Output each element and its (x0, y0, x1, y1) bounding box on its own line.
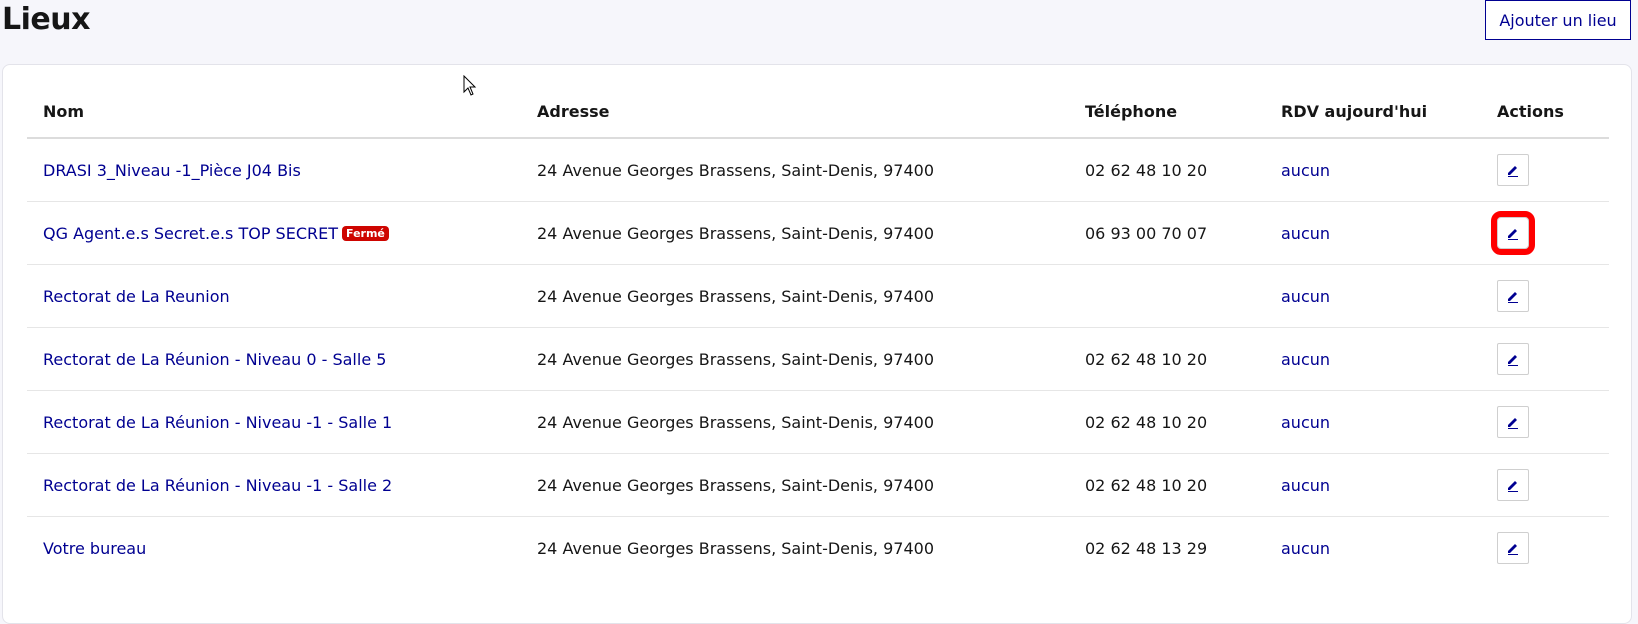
cell-adresse: 24 Avenue Georges Brassens, Saint-Denis,… (521, 453, 1069, 517)
cell-actions (1481, 517, 1609, 580)
cell-actions (1481, 138, 1609, 202)
edit-button-highlighted[interactable] (1491, 211, 1535, 255)
cell-adresse: 24 Avenue Georges Brassens, Saint-Denis,… (521, 390, 1069, 454)
cell-rdv: aucun (1265, 264, 1481, 328)
cell-telephone: 02 62 48 13 29 (1085, 538, 1208, 558)
cell-nom: Rectorat de La Réunion - Niveau -1 - Sal… (27, 390, 521, 454)
rdv-link[interactable]: aucun (1281, 539, 1330, 558)
table-header-row: Nom Adresse Téléphone RDV aujourd'hui Ac… (27, 85, 1609, 139)
cell-nom: DRASI 3_Niveau -1_Pièce J04 Bis (27, 138, 521, 202)
cell-nom: QG Agent.e.s Secret.e.s TOP SECRET Fermé (27, 201, 521, 265)
page-title: Lieux (2, 2, 90, 37)
cell-rdv: aucun (1265, 517, 1481, 580)
edit-button[interactable] (1497, 154, 1529, 186)
cell-rdv: aucun (1265, 390, 1481, 454)
edit-button[interactable] (1497, 280, 1529, 312)
edit-button[interactable] (1497, 469, 1529, 501)
pencil-icon (1508, 544, 1518, 555)
pencil-icon (1508, 355, 1518, 366)
table-row: Votre bureau 24 Avenue Georges Brassens,… (27, 517, 1609, 580)
pencil-icon (1508, 481, 1518, 492)
cell-telephone: 02 62 48 10 20 (1069, 138, 1265, 202)
cell-adresse: 24 Avenue Georges Brassens, Saint-Denis,… (521, 327, 1069, 391)
cell-rdv: aucun (1265, 327, 1481, 391)
edit-button[interactable] (1497, 343, 1529, 375)
cell-nom: Rectorat de La Réunion - Niveau -1 - Sal… (27, 453, 521, 517)
header-telephone[interactable]: Téléphone (1069, 85, 1265, 139)
location-name-link[interactable]: Rectorat de La Réunion - Niveau -1 - Sal… (43, 476, 392, 495)
pencil-icon (1508, 166, 1518, 177)
cell-telephone: 02 62 48 10 20 (1069, 453, 1265, 517)
header-rdv[interactable]: RDV aujourd'hui (1265, 85, 1481, 139)
rdv-link[interactable]: aucun (1281, 350, 1330, 369)
location-name-link[interactable]: Rectorat de La Réunion - Niveau -1 - Sal… (43, 413, 392, 432)
edit-button[interactable] (1497, 406, 1529, 438)
edit-button[interactable] (1497, 532, 1529, 564)
cell-telephone: 06 93 00 70 07 (1069, 201, 1265, 265)
cell-rdv: aucun (1265, 453, 1481, 517)
location-name-link[interactable]: Rectorat de La Réunion - Niveau 0 - Sall… (43, 350, 386, 369)
cell-actions (1481, 390, 1609, 454)
rdv-link[interactable]: aucun (1281, 161, 1330, 180)
location-name-link[interactable]: QG Agent.e.s Secret.e.s TOP SECRET (43, 224, 338, 243)
table-row: Rectorat de La Réunion - Niveau -1 - Sal… (27, 453, 1609, 517)
cell-nom: Rectorat de La Reunion (27, 264, 521, 328)
header-actions: Actions (1481, 85, 1609, 139)
header-nom[interactable]: Nom (27, 85, 521, 139)
rdv-link[interactable]: aucun (1281, 413, 1330, 432)
cell-rdv: aucun (1265, 138, 1481, 202)
location-name-link[interactable]: DRASI 3_Niveau -1_Pièce J04 Bis (43, 161, 301, 180)
cell-actions (1481, 453, 1609, 517)
locations-table: Nom Adresse Téléphone RDV aujourd'hui Ac… (27, 85, 1609, 579)
table-row: Rectorat de La Réunion - Niveau 0 - Sall… (27, 327, 1609, 391)
cell-telephone (1069, 264, 1265, 328)
location-name-link[interactable]: Rectorat de La Reunion (43, 287, 230, 306)
table-row: Rectorat de La Reunion 24 Avenue Georges… (27, 264, 1609, 328)
cell-nom: Rectorat de La Réunion - Niveau 0 - Sall… (27, 327, 521, 391)
cell-nom: Votre bureau (27, 517, 521, 580)
cell-adresse: 24 Avenue Georges Brassens, Saint-Denis,… (521, 264, 1069, 328)
header-adresse[interactable]: Adresse (521, 85, 1069, 139)
rdv-link[interactable]: aucun (1281, 476, 1330, 495)
cell-adresse: 24 Avenue Georges Brassens, Saint-Denis,… (521, 201, 1069, 265)
rdv-link[interactable]: aucun (1281, 287, 1330, 306)
rdv-link[interactable]: aucun (1281, 224, 1330, 243)
cell-adresse: 24 Avenue Georges Brassens, Saint-Denis,… (521, 138, 1069, 202)
pencil-icon (1508, 229, 1518, 240)
add-location-button[interactable]: Ajouter un lieu (1485, 0, 1631, 40)
table-row: Rectorat de La Réunion - Niveau -1 - Sal… (27, 390, 1609, 454)
mouse-cursor-icon (463, 75, 477, 96)
table-row: DRASI 3_Niveau -1_Pièce J04 Bis 24 Avenu… (27, 138, 1609, 202)
cell-rdv: aucun (1265, 201, 1481, 265)
cell-telephone: 02 62 48 10 20 (1069, 390, 1265, 454)
status-badge: Fermé (342, 225, 389, 241)
cell-actions (1481, 327, 1609, 391)
location-name-link[interactable]: Votre bureau (43, 539, 146, 558)
cell-actions (1481, 264, 1609, 328)
cell-actions (1481, 201, 1609, 265)
table-row: QG Agent.e.s Secret.e.s TOP SECRET Fermé … (27, 201, 1609, 265)
pencil-icon (1508, 292, 1518, 303)
cell-adresse: 24 Avenue Georges Brassens, Saint-Denis,… (537, 538, 934, 558)
pencil-icon (1508, 418, 1518, 429)
cell-telephone: 02 62 48 10 20 (1069, 327, 1265, 391)
locations-card: Nom Adresse Téléphone RDV aujourd'hui Ac… (2, 64, 1632, 624)
